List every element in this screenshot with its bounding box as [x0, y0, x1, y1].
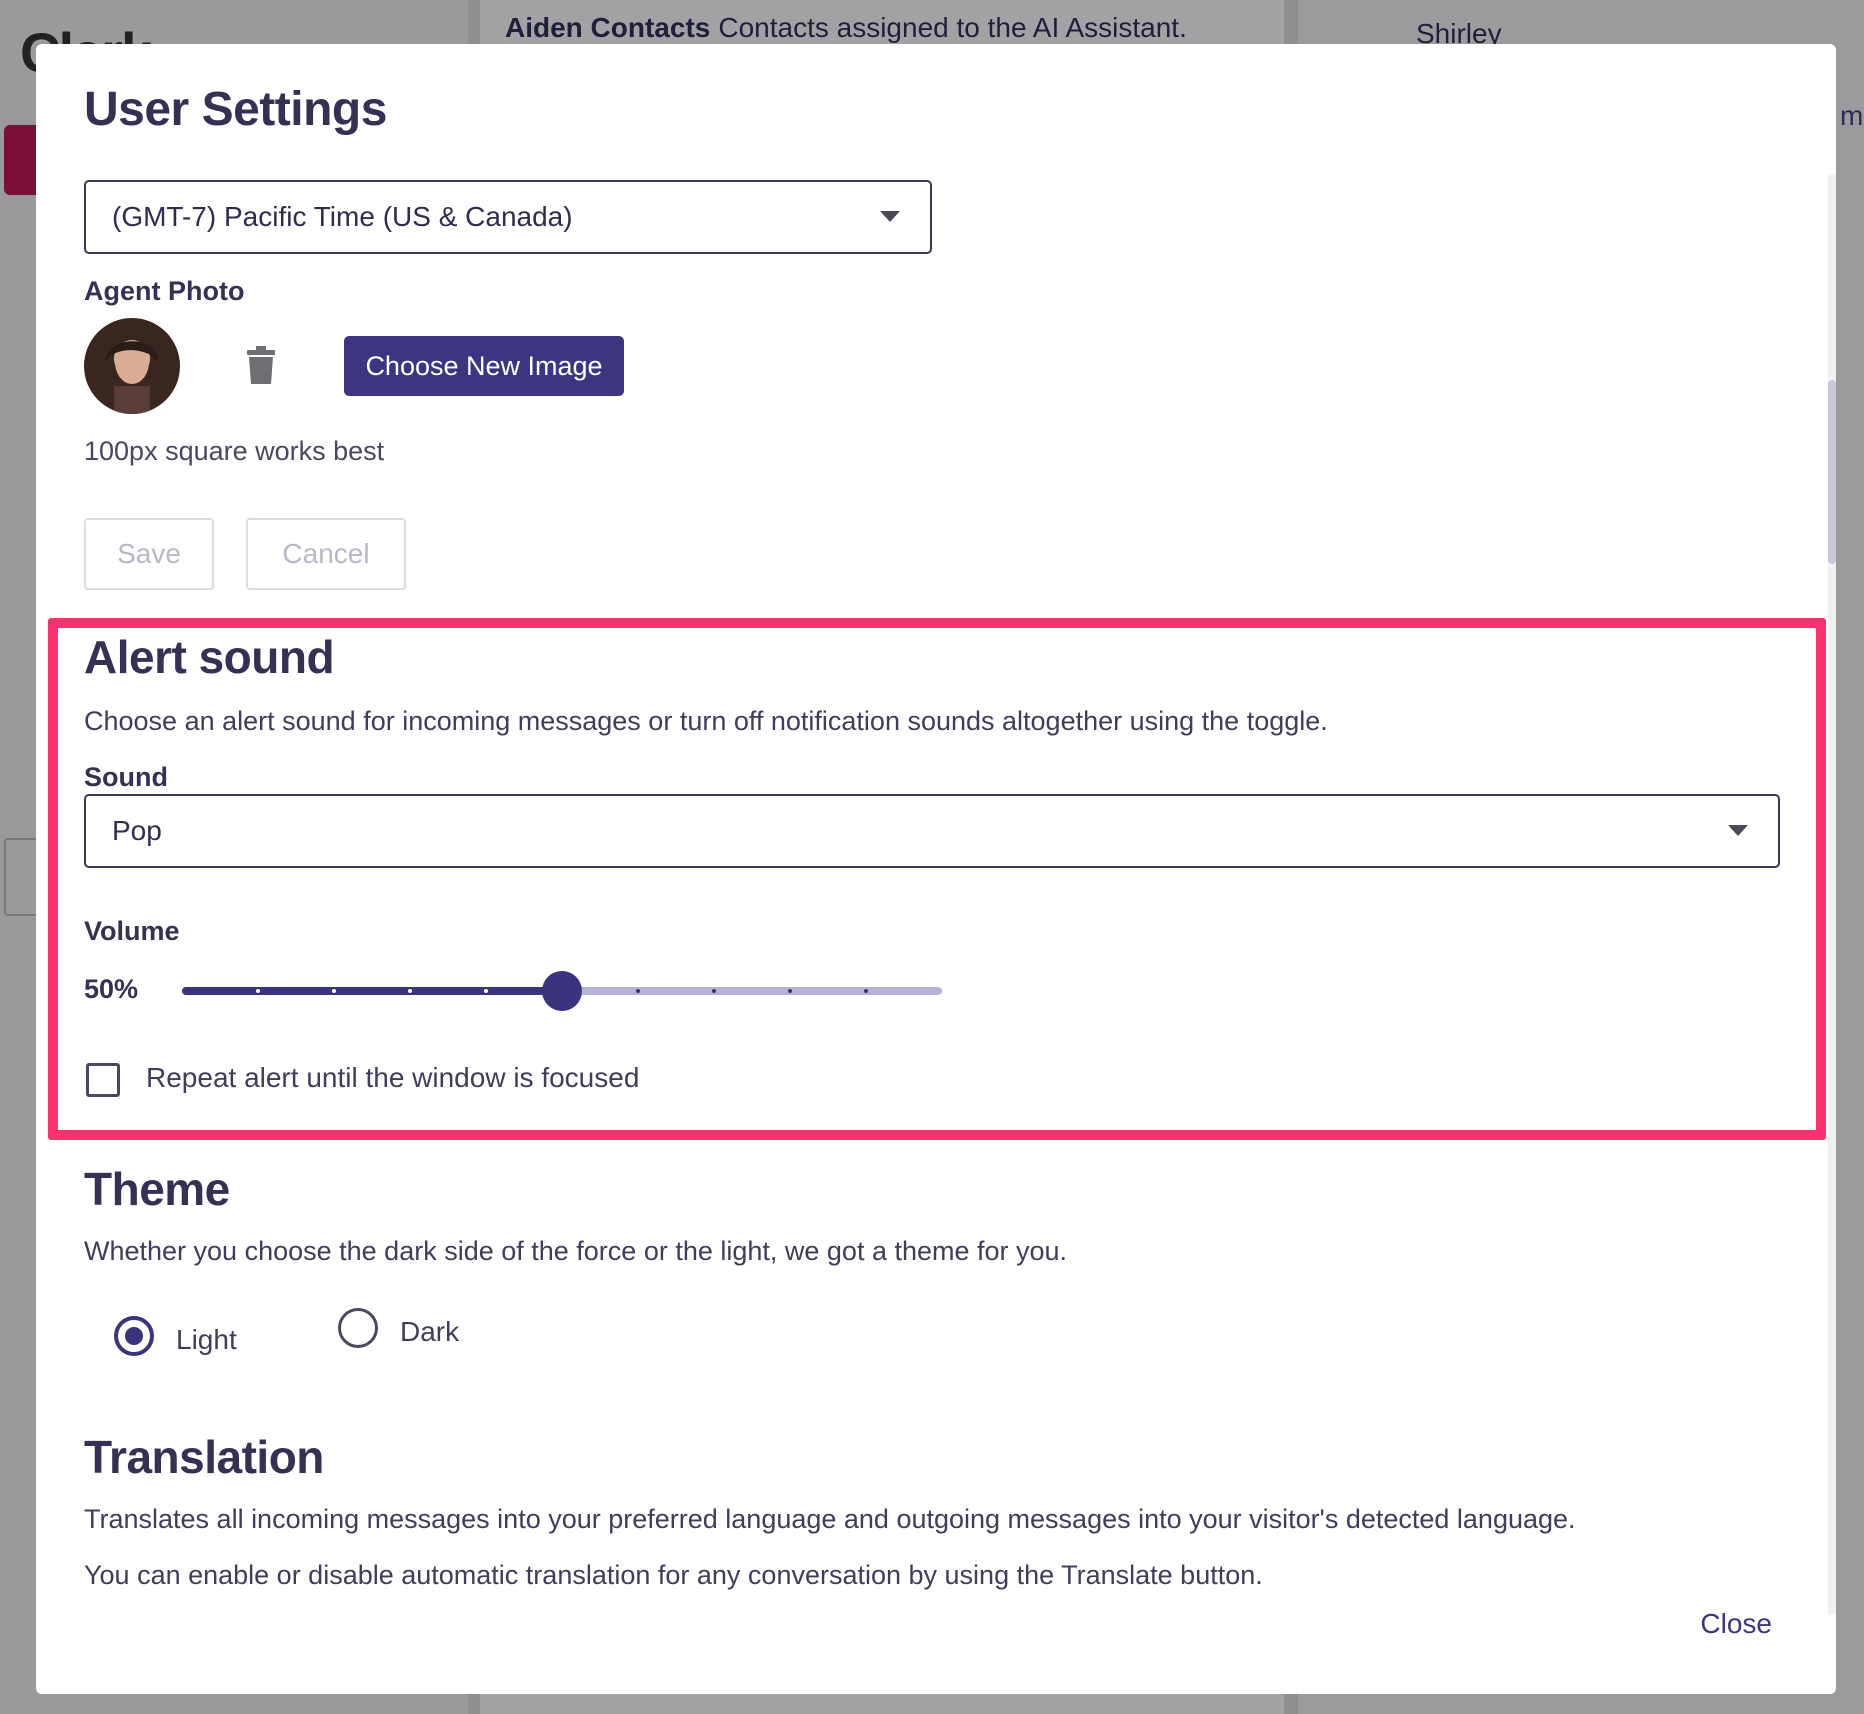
translation-description: Translates all incoming messages into yo… [84, 1504, 1576, 1534]
choose-new-image-button[interactable]: Choose New Image [344, 336, 624, 396]
alert-sound-description: Choose an alert sound for incoming messa… [84, 706, 1328, 736]
alert-sound-heading: Alert sound [84, 631, 335, 683]
cancel-button[interactable]: Cancel [246, 518, 406, 590]
theme-dark-label: Dark [400, 1316, 460, 1347]
sound-select[interactable]: Pop [84, 794, 1780, 868]
repeat-alert-label: Repeat alert until the window is focused [146, 1062, 640, 1093]
chevron-down-icon [1728, 825, 1748, 836]
chevron-down-icon [880, 211, 900, 222]
photo-hint: 100px square works best [84, 436, 385, 466]
theme-heading: Theme [84, 1163, 230, 1215]
volume-slider-tick [864, 989, 868, 993]
background-link: m [1840, 100, 1864, 131]
translation-heading: Translation [84, 1431, 324, 1483]
theme-light-radio[interactable] [114, 1316, 154, 1356]
volume-slider-tick [712, 989, 716, 993]
timezone-select[interactable]: (GMT-7) Pacific Time (US & Canada) [84, 180, 932, 254]
agent-photo-label: Agent Photo [84, 276, 245, 306]
theme-dark-radio[interactable] [338, 1308, 378, 1348]
volume-slider-tick [256, 989, 260, 993]
modal-scrollbar-track[interactable] [1828, 174, 1836, 1614]
volume-slider-fill [182, 987, 562, 995]
close-button[interactable]: Close [1700, 1608, 1772, 1640]
modal-title: User Settings [84, 83, 387, 136]
volume-slider-tick [484, 989, 488, 993]
volume-slider-tick [332, 989, 336, 993]
user-settings-modal: User Settings (GMT-7) Pacific Time (US &… [36, 44, 1836, 1694]
volume-slider-thumb[interactable] [542, 971, 582, 1011]
volume-label: Volume [84, 916, 180, 946]
theme-description: Whether you choose the dark side of the … [84, 1236, 1068, 1266]
avatar [84, 318, 180, 414]
sound-label: Sound [84, 762, 168, 792]
volume-value: 50% [84, 974, 139, 1004]
repeat-alert-checkbox[interactable] [86, 1063, 120, 1097]
volume-slider-tick [408, 989, 412, 993]
volume-slider-tick [636, 989, 640, 993]
translation-hint: You can enable or disable automatic tran… [84, 1560, 1263, 1590]
background-header-subtitle: Contacts assigned to the AI Assistant. [718, 12, 1187, 43]
modal-scrollbar-thumb[interactable] [1828, 380, 1836, 564]
volume-slider-tick [788, 989, 792, 993]
sound-value: Pop [112, 815, 162, 846]
theme-light-label: Light [176, 1324, 237, 1355]
save-button[interactable]: Save [84, 518, 214, 590]
trash-icon[interactable] [246, 346, 276, 384]
background-header-title: Aiden Contacts [505, 12, 711, 43]
volume-slider[interactable] [182, 970, 942, 1011]
timezone-value: (GMT-7) Pacific Time (US & Canada) [112, 201, 573, 232]
background-header: Aiden Contacts Contacts assigned to the A… [505, 12, 1187, 44]
